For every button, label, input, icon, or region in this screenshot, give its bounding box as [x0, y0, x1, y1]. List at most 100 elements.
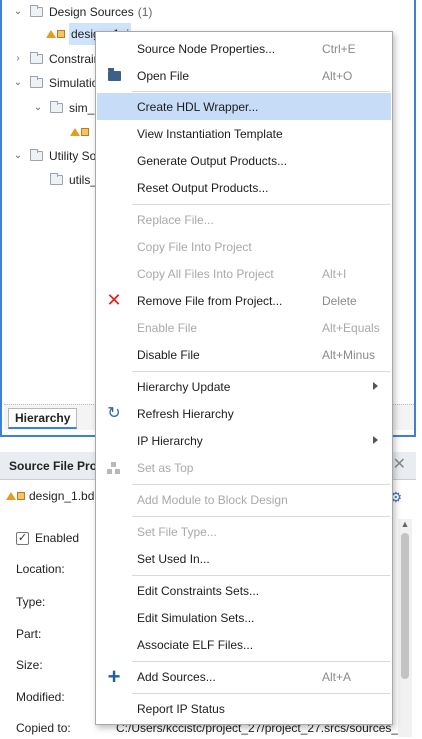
menu-item-label: Edit Constraints Sets...: [137, 584, 260, 598]
menu-separator: [132, 575, 390, 576]
tree-node-design-sources[interactable]: ⌄ Design Sources (1): [12, 1, 152, 23]
menu-separator: [132, 91, 390, 92]
folder-icon: [30, 52, 43, 64]
menu-separator: [132, 484, 390, 485]
menu-item-shortcut: Alt+Minus: [322, 348, 376, 362]
menu-item-set-as-top[interactable]: Set as Top: [97, 454, 391, 481]
menu-separator: [132, 516, 390, 517]
block-design-icon: [6, 492, 25, 500]
chevron-down-icon[interactable]: ⌄: [12, 72, 24, 94]
menu-item-shortcut: Alt+O: [322, 69, 353, 83]
chevron-right-icon[interactable]: ›: [12, 48, 24, 70]
menu-separator: [132, 204, 390, 205]
menu-item-add-sources[interactable]: + Add Sources... Alt+A: [97, 663, 391, 690]
chevron-down-icon[interactable]: ⌄: [32, 97, 44, 119]
type-label: Type:: [16, 595, 46, 609]
folder-icon: [50, 101, 63, 113]
menu-item-shortcut: Alt+Equals: [322, 321, 380, 335]
chevron-down-icon[interactable]: ⌄: [12, 145, 24, 167]
tree-node-utils[interactable]: utils_: [50, 169, 97, 191]
folder-open-icon: [105, 67, 123, 84]
menu-item-label: Enable File: [137, 321, 198, 335]
modified-label: Modified:: [16, 690, 65, 704]
tree-node-utility[interactable]: ⌄ Utility Sou: [12, 145, 103, 167]
folder-icon: [30, 5, 43, 17]
tab-hierarchy[interactable]: Hierarchy: [8, 408, 78, 429]
folder-icon: [30, 76, 43, 88]
menu-item-set-used-in[interactable]: Set Used In...: [97, 545, 391, 572]
block-design-icon: [70, 128, 89, 136]
menu-item-copy-file-into-project[interactable]: Copy File Into Project: [97, 233, 391, 260]
menu-item-remove-file-from-project[interactable]: ✕ Remove File from Project... Delete: [97, 287, 391, 314]
menu-item-view-instantiation-template[interactable]: View Instantiation Template: [97, 120, 391, 147]
menu-item-refresh-hierarchy[interactable]: ↻ Refresh Hierarchy: [97, 400, 391, 427]
properties-file-name: design_1.bd: [29, 489, 95, 503]
tree-node-simulation[interactable]: ⌄ Simulation: [12, 72, 105, 94]
scrollbar-thumb[interactable]: [401, 533, 409, 679]
menu-item-create-hdl-wrapper[interactable]: Create HDL Wrapper...: [97, 93, 391, 120]
menu-item-disable-file[interactable]: Disable File Alt+Minus: [97, 341, 391, 368]
menu-item-ip-hierarchy[interactable]: IP Hierarchy: [97, 427, 391, 454]
menu-item-label: IP Hierarchy: [137, 434, 203, 448]
submenu-arrow-icon: [373, 382, 378, 390]
menu-item-label: Add Module to Block Design: [137, 493, 288, 507]
size-label: Size:: [16, 658, 43, 672]
menu-item-label: Set Used In...: [137, 552, 210, 566]
chevron-down-icon[interactable]: ⌄: [12, 1, 24, 23]
menu-separator: [132, 661, 390, 662]
copied-to-label: Copied to:: [16, 721, 71, 735]
folder-icon: [30, 149, 43, 161]
menu-item-shortcut: Alt+A: [322, 670, 352, 684]
menu-item-enable-file[interactable]: Enable File Alt+Equals: [97, 314, 391, 341]
location-label: Location:: [16, 562, 65, 576]
menu-item-label: Reset Output Products...: [137, 181, 269, 195]
menu-item-label: Add Sources...: [137, 670, 216, 684]
menu-item-edit-simulation-sets[interactable]: Edit Simulation Sets...: [97, 604, 391, 631]
menu-item-set-file-type[interactable]: Set File Type...: [97, 518, 391, 545]
menu-item-label: Disable File: [137, 348, 200, 362]
menu-item-open-file[interactable]: Open File Alt+O: [97, 62, 391, 89]
part-label: Part:: [16, 627, 42, 641]
plus-icon: +: [107, 664, 121, 689]
menu-item-source-node-properties[interactable]: Source Node Properties... Ctrl+E: [97, 35, 391, 62]
menu-item-label: Replace File...: [137, 213, 214, 227]
scroll-up-icon[interactable]: ▲: [398, 519, 412, 529]
menu-item-generate-output-products[interactable]: Generate Output Products...: [97, 147, 391, 174]
menu-item-replace-file[interactable]: Replace File...: [97, 206, 391, 233]
menu-item-label: Set as Top: [137, 461, 194, 475]
tree-node-sim-design-file[interactable]: [70, 121, 93, 143]
enabled-label: Enabled: [35, 531, 80, 545]
menu-item-shortcut: Alt+I: [322, 267, 347, 281]
menu-item-shortcut: Ctrl+E: [322, 42, 356, 56]
menu-item-label: Create HDL Wrapper...: [137, 100, 259, 114]
properties-scrollbar[interactable]: ▲: [398, 519, 412, 737]
red-x-icon: ✕: [106, 290, 122, 310]
menu-item-label: Generate Output Products...: [137, 154, 288, 168]
folder-icon: [50, 173, 63, 185]
menu-item-report-ip-status[interactable]: Report IP Status: [97, 695, 391, 722]
hierarchy-icon: [105, 459, 123, 476]
menu-item-reset-output-products[interactable]: Reset Output Products...: [97, 174, 391, 201]
menu-item-copy-all-files-into-project[interactable]: Copy All Files Into Project Alt+I: [97, 260, 391, 287]
menu-item-hierarchy-update[interactable]: Hierarchy Update: [97, 373, 391, 400]
menu-item-label: Copy All Files Into Project: [137, 267, 274, 281]
menu-item-label: Report IP Status: [137, 702, 225, 716]
menu-item-label: Source Node Properties...: [137, 42, 276, 56]
tree-label-utils: utils_: [69, 173, 98, 187]
close-icon[interactable]: ✕: [393, 457, 406, 473]
tree-node-sim-1[interactable]: ⌄ sim_1: [32, 97, 101, 119]
tree-count: (1): [137, 5, 153, 19]
submenu-arrow-icon: [373, 436, 378, 444]
menu-item-associate-elf-files[interactable]: Associate ELF Files...: [97, 631, 391, 658]
tree-label-design-sources: Design Sources: [49, 5, 134, 19]
menu-item-label: Copy File Into Project: [137, 240, 252, 254]
enabled-checkbox[interactable]: ✓: [16, 531, 29, 545]
menu-item-add-module-to-block-design[interactable]: Add Module to Block Design: [97, 486, 391, 513]
menu-item-edit-constraints-sets[interactable]: Edit Constraints Sets...: [97, 577, 391, 604]
menu-item-label: Hierarchy Update: [137, 380, 231, 394]
menu-item-label: View Instantiation Template: [137, 127, 283, 141]
menu-item-label: Set File Type...: [137, 525, 217, 539]
menu-item-label: Associate ELF Files...: [137, 638, 254, 652]
menu-item-label: Open File: [137, 69, 190, 83]
enabled-checkbox-row[interactable]: ✓ Enabled: [16, 531, 79, 545]
